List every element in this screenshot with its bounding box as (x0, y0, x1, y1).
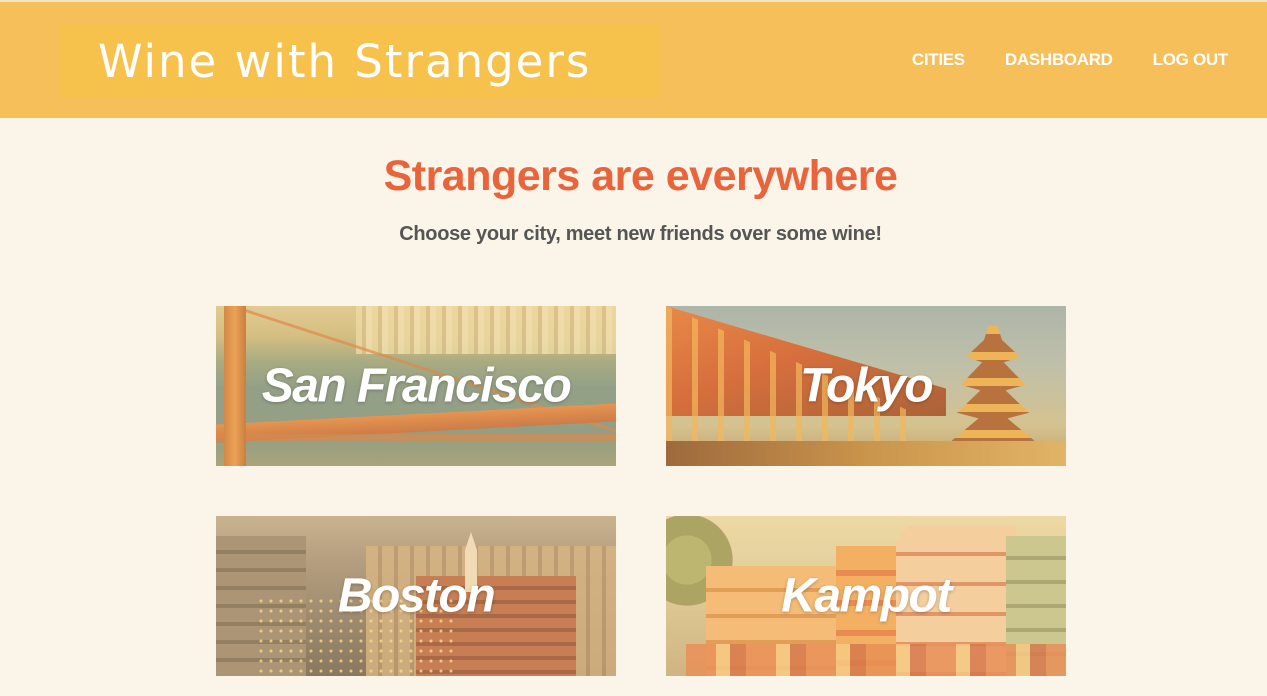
city-card-label: San Francisco (261, 359, 572, 413)
page-title: Strangers are everywhere (383, 152, 898, 200)
city-card-boston[interactable]: Boston (216, 516, 616, 676)
nav-dashboard-link[interactable]: DASHBOARD (1005, 50, 1113, 70)
top-header: Wine with Strangers CITIES DASHBOARD LOG… (0, 0, 1267, 118)
city-card-label: Tokyo (799, 359, 934, 413)
nav-cities-link[interactable]: CITIES (912, 50, 965, 70)
page-subtitle: Choose your city, meet new friends over … (399, 223, 882, 245)
city-card-tokyo[interactable]: Tokyo (666, 306, 1066, 466)
city-card-san-francisco[interactable]: San Francisco (216, 306, 616, 466)
nav-logout-link[interactable]: LOG OUT (1153, 50, 1229, 70)
city-card-kampot[interactable]: Kampot (666, 516, 1066, 676)
logo-text: Wine with Strangers (98, 34, 592, 88)
city-card-label: Kampot (781, 569, 952, 623)
logo[interactable]: Wine with Strangers (60, 24, 660, 98)
main-nav: CITIES DASHBOARD LOG OUT (872, 50, 1228, 70)
city-card-label: Boston (337, 569, 496, 623)
